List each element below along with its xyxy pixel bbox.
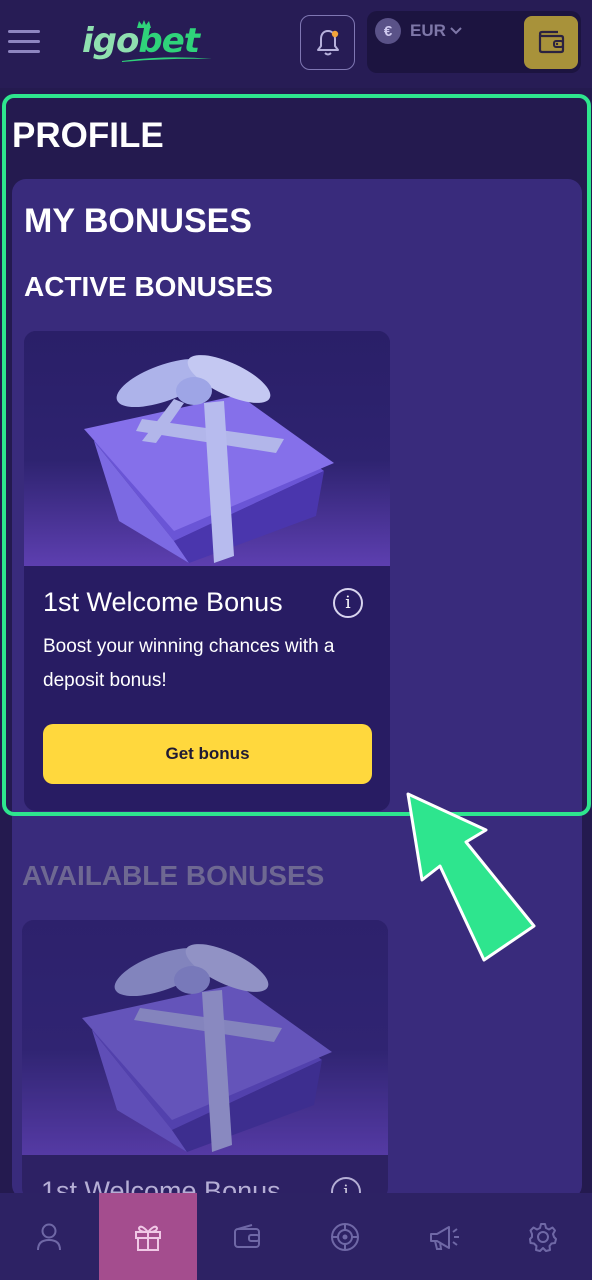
gift-box-image — [22, 920, 388, 1155]
my-bonuses-heading: MY BONUSES — [24, 202, 252, 240]
nav-bonuses[interactable] — [98, 1193, 198, 1280]
gear-icon — [528, 1222, 557, 1252]
megaphone-icon — [430, 1225, 460, 1250]
nav-promotions[interactable] — [395, 1193, 494, 1280]
nav-wallet[interactable] — [197, 1193, 296, 1280]
gift-box-image — [24, 331, 390, 566]
crown-icon — [137, 20, 151, 28]
wallet-icon — [538, 30, 565, 54]
bonus-card-title: 1st Welcome Bonus — [43, 587, 283, 617]
user-icon — [37, 1223, 62, 1250]
bell-icon — [317, 30, 339, 56]
wallet-button[interactable] — [524, 16, 578, 69]
page-title: PROFILE — [12, 116, 164, 155]
active-bonuses-heading: ACTIVE BONUSES — [24, 271, 273, 302]
bonus-card-description: Boost your winning chances with a deposi… — [43, 636, 335, 691]
bonus-card-available[interactable]: 1st Welcome Bonus i — [22, 920, 388, 1200]
menu-icon[interactable] — [8, 28, 42, 56]
roulette-icon — [331, 1222, 360, 1251]
get-bonus-button[interactable]: Get bonus — [43, 724, 372, 784]
euro-icon: € — [375, 18, 401, 44]
chevron-down-icon — [450, 27, 462, 35]
gift-icon — [135, 1225, 161, 1251]
top-header: igobet € EUR — [0, 0, 592, 88]
currency-selector[interactable]: € EUR — [375, 17, 462, 45]
bottom-nav — [0, 1193, 592, 1280]
nav-casino[interactable] — [296, 1193, 395, 1280]
currency-code: EUR — [410, 21, 446, 40]
available-bonuses-heading: AVAILABLE BONUSES — [22, 860, 325, 891]
nav-settings[interactable] — [493, 1193, 592, 1280]
nav-profile[interactable] — [0, 1193, 99, 1280]
bonus-card-active: 1st Welcome Bonus i Boost your winning c… — [24, 331, 390, 811]
logo-swoosh — [122, 57, 212, 62]
info-icon[interactable]: i — [333, 588, 363, 618]
igobet-logo[interactable]: igobet — [82, 16, 217, 66]
balance-widget: € EUR — [367, 11, 581, 73]
notifications-button[interactable] — [300, 15, 355, 70]
wallet-icon — [233, 1223, 260, 1248]
